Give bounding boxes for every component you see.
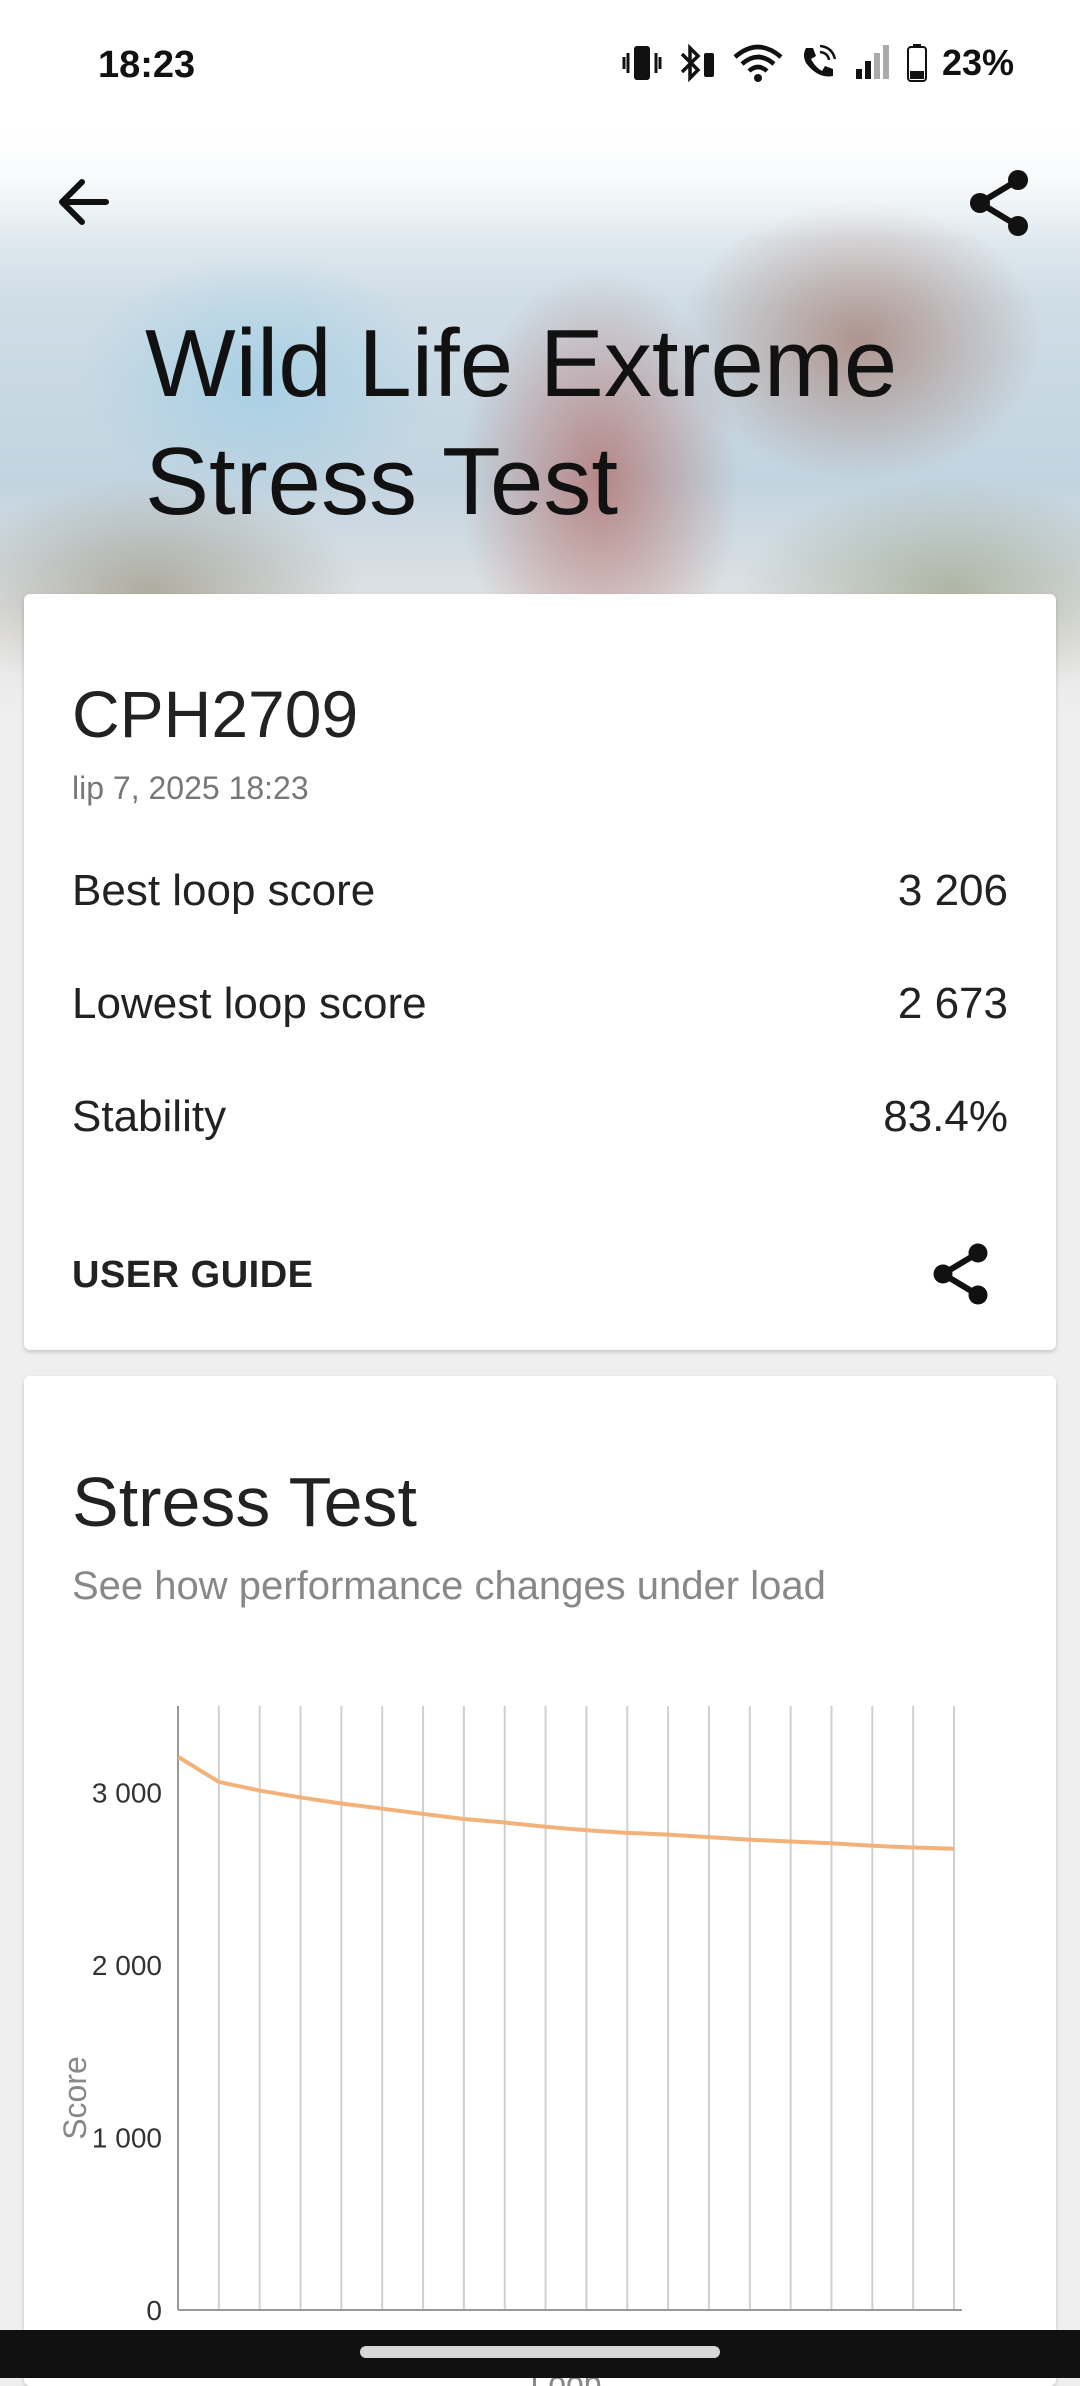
metric-row-stability: Stability 83.4% [72,1092,1008,1152]
series-line [176,1755,955,1851]
status-icons: 23% [622,42,1014,84]
y-tick-label: 1 000 [92,2122,162,2153]
back-button[interactable] [52,170,116,234]
status-bar: 18:23 23% [0,0,1080,132]
wifi-icon [733,44,783,82]
share-button-top[interactable] [966,168,1032,238]
page-title: Wild Life Extreme Stress Test [145,310,898,535]
y-tick-label: 0 [146,2295,162,2326]
y-tick-label: 2 000 [92,1950,162,1981]
wifi-calling-icon [803,44,837,77]
metric-label: Lowest loop score [72,979,427,1028]
metric-value: 2 673 [897,979,1008,1028]
stress-test-chart: 01 0002 0003 000123456789101112131415161… [57,1706,970,2386]
bluetooth-battery-icon [680,43,714,83]
result-card: CPH2709 lip 7, 2025 18:23 Best loop scor… [24,594,1056,1350]
metric-label: Stability [72,1092,227,1141]
home-gesture-handle[interactable] [360,2346,720,2358]
hero-fade [0,120,1080,240]
share-result-button[interactable] [930,1242,992,1306]
y-axis-label: Score [57,2056,93,2140]
share-icon [933,1243,988,1305]
user-guide-link[interactable]: USER GUIDE [72,1254,313,1297]
stress-test-card: Stress Test See how performance changes … [24,1376,1056,2386]
stress-test-title: Stress Test [72,1463,417,1541]
metric-row-best: Best loop score 3 206 [72,866,1008,926]
device-name: CPH2709 [72,677,359,751]
vibrate-icon [622,46,662,80]
arrow-left-icon [59,179,109,225]
stress-test-subtitle: See how performance changes under load [72,1564,826,1608]
status-time: 18:23 [98,44,196,86]
navigation-bar [0,2330,1080,2378]
signal-icon [855,45,889,79]
share-icon [970,170,1028,236]
result-date: lip 7, 2025 18:23 [72,770,309,806]
metric-value: 3 206 [897,866,1008,915]
battery-percent: 23% [941,42,1014,83]
metric-label: Best loop score [72,866,376,915]
metric-value: 83.4% [883,1092,1008,1141]
metric-row-lowest: Lowest loop score 2 673 [72,979,1008,1039]
y-tick-label: 3 000 [92,1777,162,1808]
battery-icon [906,44,927,82]
